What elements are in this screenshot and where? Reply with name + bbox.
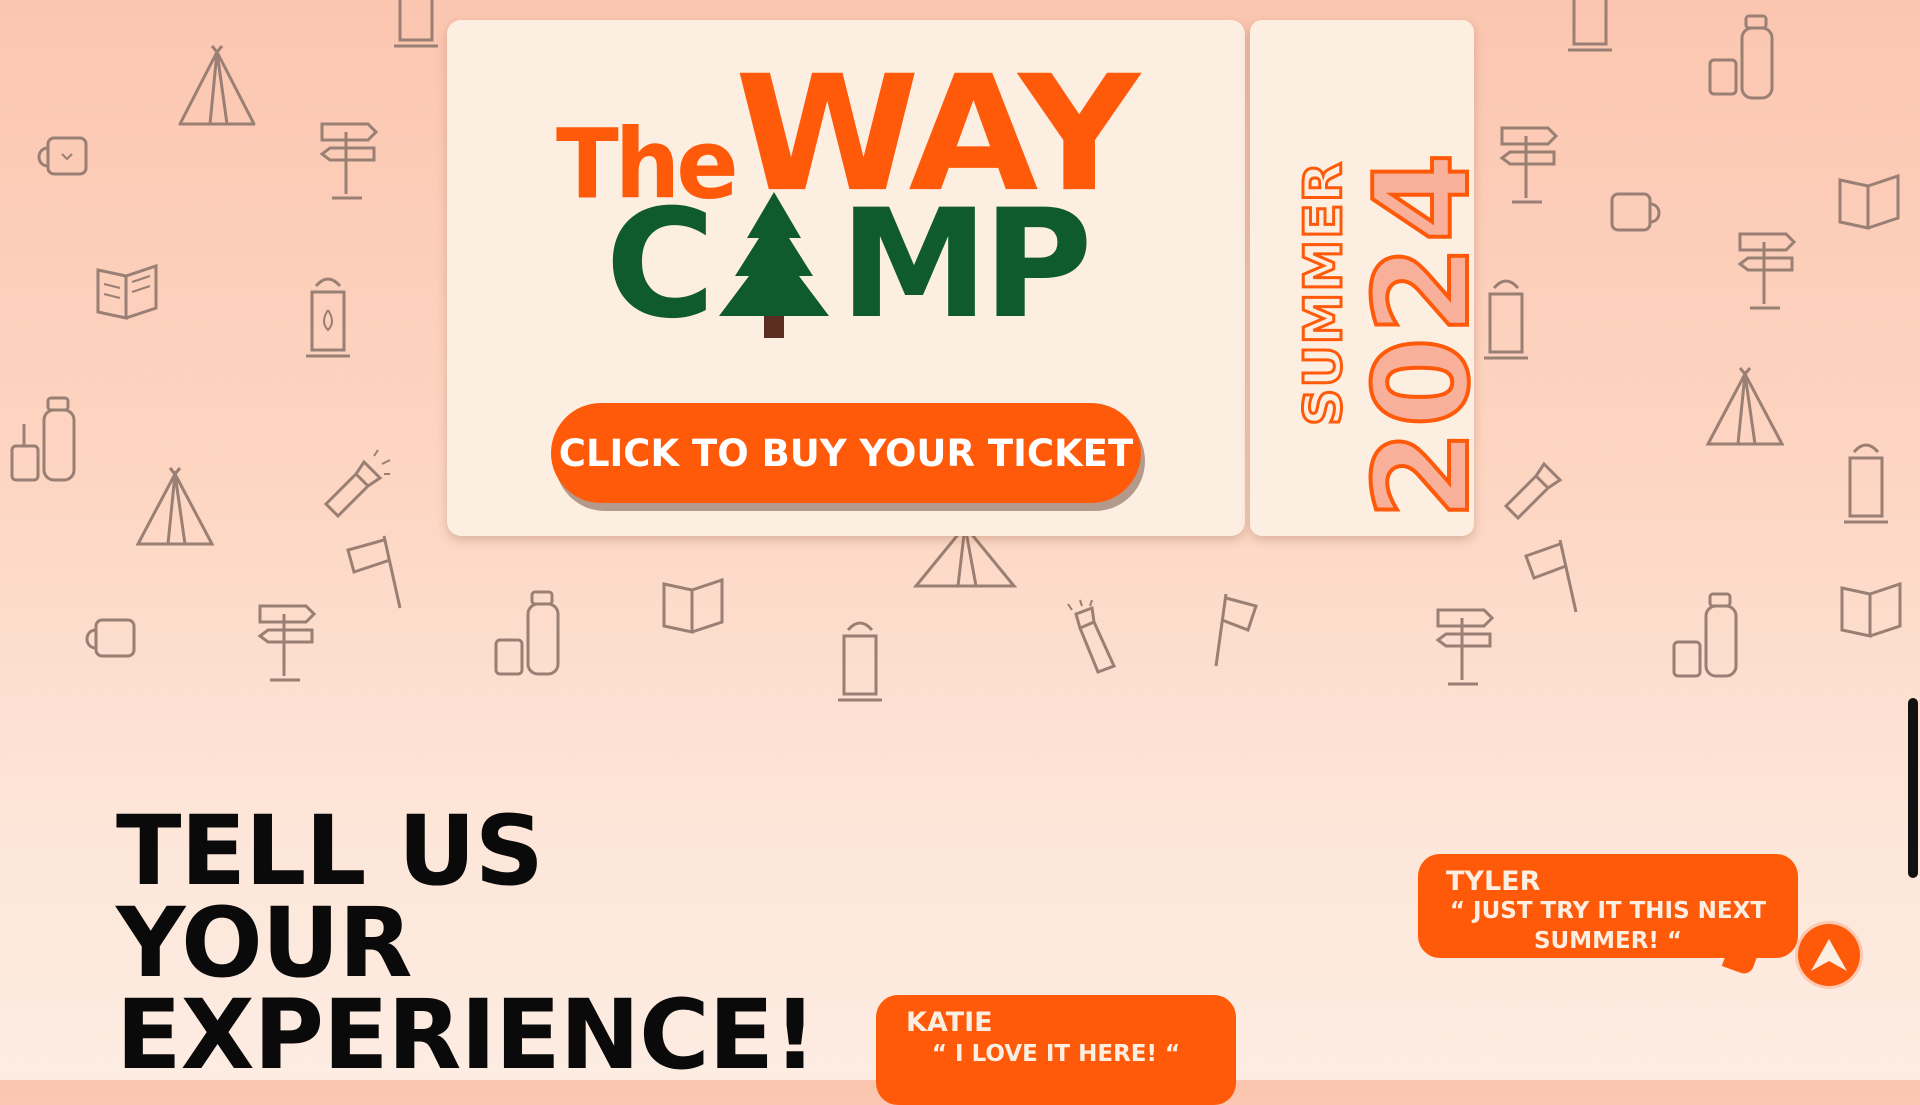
logo-word-camp-start: C	[605, 178, 715, 352]
lantern-icon	[306, 277, 350, 358]
signpost-icon	[257, 604, 317, 682]
mug-icon	[1610, 192, 1661, 232]
lantern-icon	[838, 621, 882, 702]
scrollbar-thumb[interactable]	[1908, 698, 1918, 878]
buy-ticket-button[interactable]: CLICK TO BUY YOUR TICKET	[551, 403, 1141, 503]
testimonial-name: TYLER	[1446, 866, 1541, 897]
experience-heading: TELL US YOUR EXPERIENCE!	[116, 795, 817, 1091]
signpost-icon	[319, 122, 379, 200]
book-icon	[1840, 581, 1902, 638]
testimonial-bubble: KATIE “ I LOVE IT HERE! “	[876, 995, 1236, 1105]
logo-word-camp-end: MP	[839, 178, 1092, 352]
ticket-card: TheWAY C MP CLICK TO BUY YOUR TICKET	[447, 20, 1245, 536]
testimonial-name: KATIE	[906, 1007, 993, 1038]
signpost-icon	[1499, 126, 1559, 204]
flashlight-icon	[1067, 599, 1117, 674]
arrow-up-icon	[1811, 939, 1847, 971]
signpost-icon	[1737, 232, 1797, 310]
lantern-icon	[394, 0, 438, 48]
page-scrollbar[interactable]	[1904, 0, 1920, 1080]
scroll-to-top-button[interactable]	[1798, 924, 1860, 986]
book-icon	[1838, 173, 1900, 230]
tent-icon	[178, 45, 256, 126]
experience-heading-line: TELL US	[116, 795, 544, 907]
testimonial-bubble: TYLER “ JUST TRY IT THIS NEXT SUMMER! “	[1418, 854, 1798, 977]
flag-icon	[1214, 593, 1258, 667]
tent-icon	[135, 467, 215, 546]
logo-title-bottom: C MP	[447, 190, 1245, 340]
ticket-stub: SUMMER 2024	[1250, 20, 1500, 536]
thermos-icon	[1708, 14, 1774, 100]
testimonial-quote: “ I LOVE IT HERE! “	[931, 1041, 1181, 1067]
mug-icon	[85, 618, 136, 658]
mug-icon	[37, 136, 88, 176]
book-icon	[662, 577, 724, 634]
lantern-icon	[1568, 0, 1612, 52]
ticket-season: SUMMER	[1293, 160, 1356, 428]
testimonial-quote: “ JUST TRY IT THIS NEXT SUMMER! “	[1449, 898, 1767, 954]
flag-icon	[1524, 539, 1578, 613]
ticket-year: 2024	[1344, 148, 1500, 522]
signpost-icon	[1435, 608, 1495, 686]
book-icon	[96, 263, 158, 320]
flashlight-icon	[1503, 461, 1563, 521]
thermos-icon	[10, 396, 76, 482]
flashlight-icon	[323, 449, 391, 519]
lantern-icon	[1844, 443, 1888, 524]
tent-icon	[1705, 367, 1785, 446]
thermos-icon	[494, 590, 560, 676]
experience-heading-line: YOUR	[116, 887, 413, 999]
pine-tree-icon	[719, 192, 830, 338]
flag-icon	[346, 535, 402, 609]
experience-heading-line: EXPERIENCE!	[116, 979, 817, 1091]
thermos-icon	[1672, 592, 1738, 678]
